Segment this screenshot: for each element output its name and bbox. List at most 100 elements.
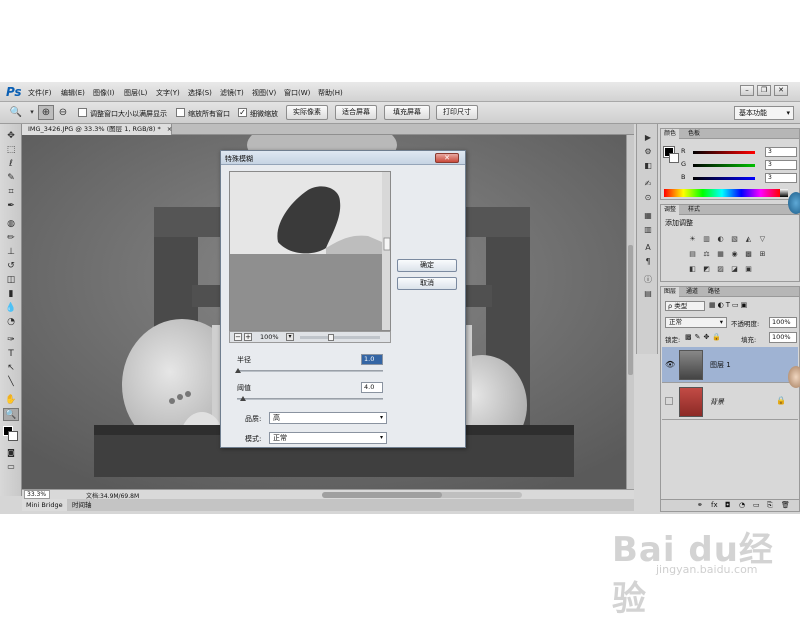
new-layer-icon[interactable]: ⎘ <box>767 501 773 510</box>
fit-screen-button[interactable]: 适合屏幕 <box>335 105 377 120</box>
selective-color-icon[interactable]: ◪ <box>729 265 740 274</box>
history-brush-tool-icon[interactable]: ↺ <box>3 260 19 273</box>
brush-panel-icon[interactable]: ✍ <box>641 178 655 190</box>
restore-button[interactable]: ❐ <box>757 85 771 96</box>
actions-panel-icon[interactable]: ⚙ <box>641 146 655 158</box>
layer-name[interactable]: 背景 <box>710 397 724 407</box>
close-tab-icon[interactable]: × <box>167 125 172 133</box>
channel-mixer-icon[interactable]: ▩ <box>743 250 754 259</box>
color-background-swatch[interactable] <box>669 153 679 163</box>
color-balance-icon[interactable]: ⚖ <box>701 250 712 259</box>
add-mask-icon[interactable]: ◘ <box>725 501 731 509</box>
zoom-tool-icon[interactable]: 🔍 <box>8 105 24 120</box>
ok-button[interactable]: 确定 <box>397 259 457 272</box>
layer-row-layer1[interactable]: 👁 图层 1 <box>662 347 798 383</box>
menu-image[interactable]: 图像(I) <box>93 88 115 98</box>
layer-row-background[interactable]: 背景 🔒 <box>662 384 798 420</box>
path-select-tool-icon[interactable]: ↖ <box>3 362 19 375</box>
hue-saturation-icon[interactable]: ▤ <box>687 250 698 259</box>
dialog-titlebar[interactable]: 特殊模糊 ✕ <box>221 151 465 165</box>
mode-select[interactable]: 正常 ▾ <box>269 432 387 444</box>
levels-icon[interactable]: ▥ <box>701 235 712 244</box>
threshold-icon[interactable]: ▨ <box>715 265 726 274</box>
blur-preview[interactable] <box>229 171 391 331</box>
brush-tool-icon[interactable]: ✏ <box>3 232 19 245</box>
swatches-panel-icon[interactable]: ▥ <box>641 224 655 236</box>
menu-edit[interactable]: 编辑(E) <box>61 88 85 98</box>
print-size-button[interactable]: 打印尺寸 <box>436 105 478 120</box>
color-spectrum-bar[interactable] <box>664 189 780 197</box>
pen-tool-icon[interactable]: ✑ <box>3 334 19 347</box>
background-color-swatch[interactable] <box>8 431 18 441</box>
delete-layer-icon[interactable]: 🗑 <box>781 501 790 509</box>
tab-styles[interactable]: 样式 <box>685 205 703 215</box>
zoom-tool-icon[interactable]: 🔍 <box>3 408 19 421</box>
crop-tool-icon[interactable]: ⌗ <box>3 186 19 199</box>
menu-filter[interactable]: 滤镜(T) <box>220 88 244 98</box>
menu-type[interactable]: 文字(Y) <box>156 88 180 98</box>
tool-presets-panel-icon[interactable]: ▦ <box>641 210 655 222</box>
clone-stamp-tool-icon[interactable]: ⊥ <box>3 246 19 259</box>
curves-icon[interactable]: ◐ <box>715 235 726 244</box>
color-lookup-icon[interactable]: ⊞ <box>757 250 768 259</box>
tab-color[interactable]: 颜色 <box>661 129 680 139</box>
radius-slider-track[interactable] <box>237 370 383 372</box>
hand-tool-icon[interactable]: ✋ <box>3 394 19 407</box>
quick-select-tool-icon[interactable]: ✎ <box>3 172 19 185</box>
type-tool-icon[interactable]: T <box>3 348 19 361</box>
preview-hscroll[interactable] <box>300 334 380 341</box>
photo-filter-icon[interactable]: ◉ <box>729 250 740 259</box>
tab-paths[interactable]: 路径 <box>705 287 723 297</box>
black-white-icon[interactable]: ▦ <box>715 250 726 259</box>
new-group-icon[interactable]: ▭ <box>753 501 760 509</box>
zoom-level-field[interactable]: 33.3% <box>24 490 50 499</box>
grayscale-ramp[interactable] <box>780 189 788 197</box>
scrubby-zoom-checkbox[interactable]: ✓ <box>238 108 247 117</box>
visibility-toggle[interactable] <box>665 397 673 405</box>
red-value-field[interactable]: 3 <box>765 147 797 157</box>
layer-comps-panel-icon[interactable]: ▤ <box>641 288 655 300</box>
opacity-field[interactable]: 100% <box>769 317 797 328</box>
vertical-scrollbar[interactable] <box>626 135 634 489</box>
exposure-icon[interactable]: ▧ <box>729 235 740 244</box>
layer-filter-select[interactable]: ρ 类型 <box>665 301 705 311</box>
invert-icon[interactable]: ◧ <box>687 265 698 274</box>
minimize-button[interactable]: – <box>740 85 754 96</box>
zoom-in-button[interactable]: + <box>244 333 252 341</box>
eraser-tool-icon[interactable]: ◫ <box>3 274 19 287</box>
adjustment-layer-icon[interactable]: ◔ <box>739 501 745 509</box>
menu-select[interactable]: 选择(S) <box>188 88 212 98</box>
zoom-out-button[interactable]: − <box>234 333 242 341</box>
vibrance-icon[interactable]: ◭ <box>743 235 754 244</box>
fill-field[interactable]: 100% <box>769 332 797 343</box>
tab-swatches[interactable]: 色板 <box>685 129 703 139</box>
info-panel-icon[interactable]: ⓘ <box>641 274 655 286</box>
tab-adjustments[interactable]: 调整 <box>661 205 680 215</box>
tab-channels[interactable]: 通道 <box>683 287 701 297</box>
marquee-tool-icon[interactable]: ⬚ <box>3 144 19 157</box>
dialog-close-button[interactable]: ✕ <box>435 153 459 163</box>
menu-window[interactable]: 窗口(W) <box>284 88 310 98</box>
healing-brush-tool-icon[interactable]: ◍ <box>3 218 19 231</box>
layer-style-icon[interactable]: fx <box>711 501 718 509</box>
layer-filter-icons[interactable]: ▦◐T▭▣ <box>709 301 749 309</box>
zoom-all-checkbox[interactable] <box>176 108 185 117</box>
menu-view[interactable]: 视图(V) <box>252 88 276 98</box>
tab-timeline[interactable]: 时间轴 <box>68 499 96 511</box>
threshold-slider-knob[interactable] <box>239 396 246 401</box>
tab-layers[interactable]: 图层 <box>661 287 680 297</box>
history-panel-icon[interactable]: ▶ <box>641 132 655 144</box>
zoom-menu-icon[interactable]: ▾ <box>286 333 294 341</box>
green-value-field[interactable]: 3 <box>765 160 797 170</box>
tab-mini-bridge[interactable]: Mini Bridge <box>22 499 67 511</box>
threshold-slider-track[interactable] <box>237 398 383 400</box>
clone-source-panel-icon[interactable]: ⊙ <box>641 192 655 204</box>
dodge-tool-icon[interactable]: ◔ <box>3 316 19 329</box>
eye-icon[interactable]: 👁 <box>665 360 675 369</box>
quick-mask-icon[interactable]: ◙ <box>3 446 19 459</box>
lasso-tool-icon[interactable]: ℓ <box>3 158 19 171</box>
gradient-fill-icon[interactable]: ▣ <box>743 265 754 274</box>
move-tool-icon[interactable]: ✥ <box>3 130 19 143</box>
properties-panel-icon[interactable]: ◧ <box>641 160 655 172</box>
eyedropper-tool-icon[interactable]: ✒ <box>3 200 19 213</box>
